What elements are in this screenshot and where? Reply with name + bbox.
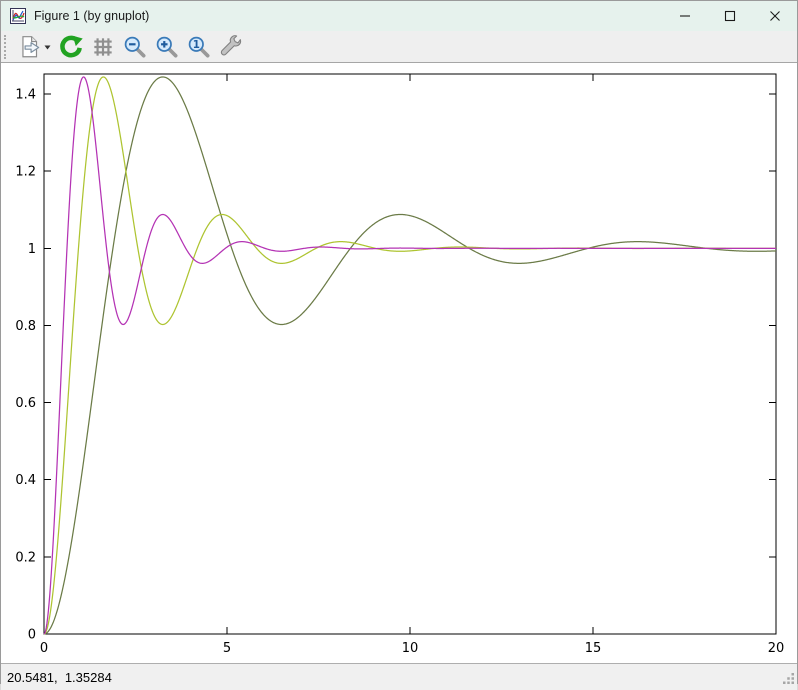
- y-tick-label: 0.4: [15, 473, 36, 488]
- x-tick-label: 10: [402, 641, 419, 656]
- titlebar[interactable]: Figure 1 (by gnuplot): [1, 1, 797, 31]
- curve-omega-3: [44, 77, 776, 634]
- gnuplot-figure-window: Figure 1 (by gnuplot): [0, 0, 798, 684]
- replot-button[interactable]: [55, 33, 87, 61]
- x-tick-label: 15: [585, 641, 602, 656]
- statusbar: 20.5481, 1.35284: [1, 663, 797, 690]
- window-controls: [662, 1, 797, 31]
- maximize-button[interactable]: [707, 1, 752, 31]
- x-tick-label: 20: [768, 641, 785, 656]
- dropdown-caret-icon: [43, 34, 52, 60]
- grid-icon: [90, 34, 116, 60]
- y-tick-label: 0.2: [15, 550, 36, 565]
- close-icon: [769, 10, 781, 22]
- magnifier-one-icon: 1: [186, 34, 212, 60]
- toolbar-gripper[interactable]: [4, 35, 9, 59]
- resize-grip-icon: [782, 672, 795, 685]
- curve-omega-2: [44, 77, 776, 634]
- x-tick-label: 5: [223, 641, 231, 656]
- magnifier-minus-icon: [122, 34, 148, 60]
- configure-button[interactable]: [215, 33, 247, 61]
- y-tick-label: 1: [28, 242, 36, 257]
- zoom-reset-button[interactable]: 1: [183, 33, 215, 61]
- minimize-icon: [679, 10, 691, 22]
- minimize-button[interactable]: [662, 1, 707, 31]
- y-tick-label: 1.2: [15, 165, 36, 180]
- plot-canvas[interactable]: 0 5 10 15 20 0 0.2 0.4 0.6 0.8 1 1.2 1.4: [1, 63, 797, 663]
- magnifier-plus-icon: [154, 34, 180, 60]
- y-tick-label: 0.6: [15, 396, 36, 411]
- zoom-in-button[interactable]: [151, 33, 183, 61]
- export-button[interactable]: [14, 33, 55, 61]
- maximize-icon: [724, 10, 736, 22]
- gnuplot-app-icon: [10, 8, 26, 24]
- y-tick-label: 0: [28, 628, 36, 643]
- cursor-coordinates: 20.5481, 1.35284: [7, 670, 112, 685]
- y-tick-label: 1.4: [15, 88, 36, 103]
- wrench-icon: [218, 34, 244, 60]
- svg-text:1: 1: [193, 39, 200, 51]
- window-title: Figure 1 (by gnuplot): [34, 9, 149, 23]
- plot-svg: 0 5 10 15 20 0 0.2 0.4 0.6 0.8 1 1.2 1.4: [1, 63, 798, 658]
- close-button[interactable]: [752, 1, 797, 31]
- export-document-arrow-icon: [17, 34, 43, 60]
- replot-refresh-icon: [58, 34, 84, 60]
- resize-grip[interactable]: [782, 672, 795, 688]
- plot-border: [44, 74, 776, 634]
- y-tick-label: 0.8: [15, 319, 36, 334]
- curve-omega-1: [44, 77, 776, 634]
- grid-button[interactable]: [87, 33, 119, 61]
- x-tick-label: 0: [40, 641, 48, 656]
- toolbar: 1: [1, 31, 797, 63]
- zoom-out-button[interactable]: [119, 33, 151, 61]
